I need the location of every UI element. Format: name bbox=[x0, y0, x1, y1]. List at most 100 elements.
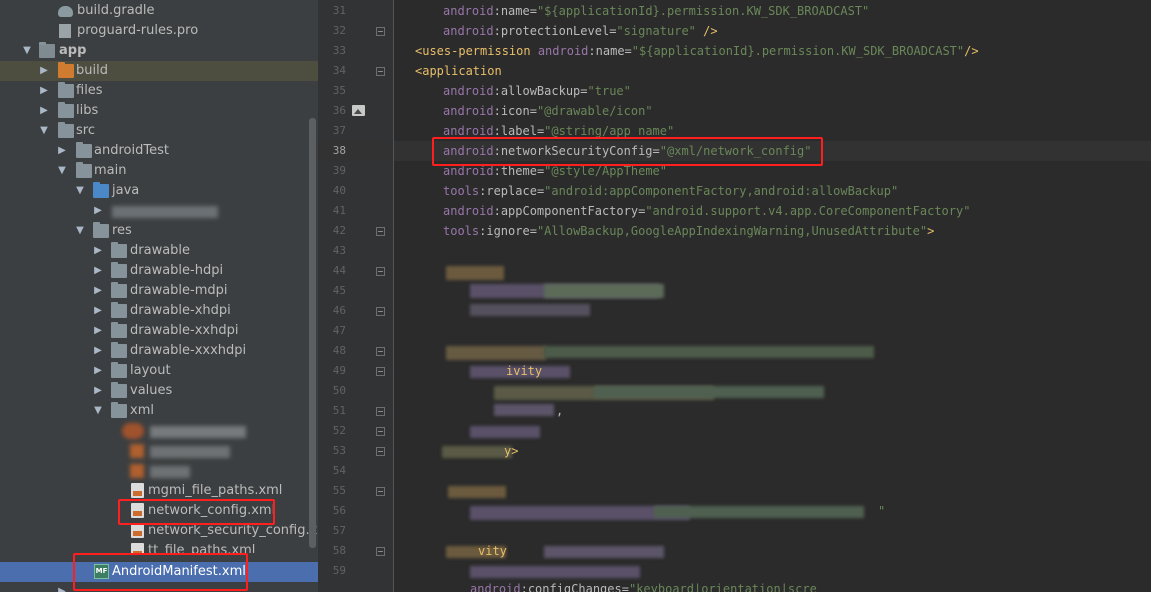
line-number: 50 bbox=[332, 384, 346, 397]
tree-item-androidtest[interactable]: ▶ androidTest bbox=[0, 141, 318, 161]
tree-item-blurred-file[interactable] bbox=[0, 461, 318, 481]
line-number: 34 bbox=[332, 64, 346, 77]
code-editor[interactable]: android:name="${applicationId}.permissio… bbox=[394, 0, 1151, 592]
chevron-down-icon[interactable]: ▼ bbox=[74, 221, 86, 241]
chevron-down-icon[interactable]: ▼ bbox=[38, 121, 50, 141]
tree-item-label: drawable-xxhdpi bbox=[130, 323, 239, 338]
tree-item-app[interactable]: ▼ app bbox=[0, 41, 318, 61]
code-fragment: y> bbox=[504, 444, 519, 458]
tree-item-drawable-hdpi[interactable]: ▶ drawable-hdpi bbox=[0, 261, 318, 281]
code-line-35: android:allowBackup="true" bbox=[443, 84, 631, 98]
tree-item-drawable-xhdpi[interactable]: ▶ drawable-xhdpi bbox=[0, 301, 318, 321]
chevron-down-icon[interactable]: ▼ bbox=[74, 181, 86, 201]
chevron-right-icon[interactable]: ▶ bbox=[38, 81, 50, 101]
chevron-right-icon[interactable]: ▶ bbox=[92, 281, 104, 301]
tree-item-java[interactable]: ▼ java bbox=[0, 181, 318, 201]
line-number: 55 bbox=[332, 484, 346, 497]
tree-item-tt-file-paths[interactable]: tt_file_paths.xml bbox=[0, 541, 318, 553]
fold-marker-icon[interactable] bbox=[376, 307, 385, 316]
chevron-down-icon[interactable]: ▼ bbox=[92, 401, 104, 421]
file-icon bbox=[59, 24, 71, 38]
tree-item-label: mgmi_file_paths.xml bbox=[148, 483, 283, 498]
fold-marker-icon[interactable] bbox=[376, 407, 385, 416]
tree-scrollbar[interactable] bbox=[309, 118, 316, 548]
tree-item-drawable-xxxhdpi[interactable]: ▶ drawable-xxxhdpi bbox=[0, 341, 318, 361]
tree-item-label: androidTest bbox=[94, 143, 169, 158]
tree-item-package[interactable]: ▶ bbox=[0, 201, 318, 221]
line-number: 57 bbox=[332, 524, 346, 537]
chevron-down-icon[interactable]: ▼ bbox=[56, 161, 68, 181]
chevron-right-icon[interactable]: ▶ bbox=[56, 582, 68, 592]
tree-item-label: app bbox=[59, 43, 87, 58]
folder-icon bbox=[111, 242, 127, 258]
blurred-label bbox=[112, 206, 218, 218]
tree-item-label: build bbox=[76, 63, 108, 78]
code-line-41: android:appComponentFactory="android.sup… bbox=[443, 204, 971, 218]
line-number: 31 bbox=[332, 4, 346, 17]
line-number: 40 bbox=[332, 184, 346, 197]
tree-item-libs[interactable]: ▶ libs bbox=[0, 101, 318, 121]
line-number: 39 bbox=[332, 164, 346, 177]
code-fragment: " bbox=[878, 504, 886, 518]
tree-item-xml[interactable]: ▼ xml bbox=[0, 401, 318, 421]
tree-item-src[interactable]: ▼ src bbox=[0, 121, 318, 141]
folder-icon bbox=[76, 162, 92, 178]
tree-item-label: src bbox=[76, 123, 95, 138]
fold-marker-icon[interactable] bbox=[376, 347, 385, 356]
tree-item-main[interactable]: ▼ main bbox=[0, 161, 318, 181]
tree-item-label: layout bbox=[130, 363, 171, 378]
tree-item-drawable-xxhdpi[interactable]: ▶ drawable-xxhdpi bbox=[0, 321, 318, 341]
chevron-right-icon[interactable]: ▶ bbox=[92, 341, 104, 361]
chevron-right-icon[interactable]: ▶ bbox=[92, 381, 104, 401]
tree-item-layout[interactable]: ▶ layout bbox=[0, 361, 318, 381]
tree-item-drawable-mdpi[interactable]: ▶ drawable-mdpi bbox=[0, 281, 318, 301]
chevron-down-icon[interactable]: ▼ bbox=[21, 41, 33, 61]
tree-item-label: drawable-xhdpi bbox=[130, 303, 231, 318]
tree-item-blurred-file[interactable] bbox=[0, 421, 318, 441]
fold-marker-icon[interactable] bbox=[376, 67, 385, 76]
chevron-right-icon[interactable]: ▶ bbox=[38, 61, 50, 81]
chevron-right-icon[interactable]: ▶ bbox=[92, 261, 104, 281]
folder-icon bbox=[111, 322, 127, 338]
code-line-40: tools:replace="android:appComponentFacto… bbox=[443, 184, 899, 198]
tree-item-values[interactable]: ▶ values bbox=[0, 381, 318, 401]
line-number: 44 bbox=[332, 264, 346, 277]
folder-icon bbox=[111, 282, 127, 298]
fold-marker-icon[interactable] bbox=[376, 227, 385, 236]
tree-item-blurred-file[interactable] bbox=[0, 441, 318, 461]
fold-marker-icon[interactable] bbox=[376, 487, 385, 496]
chevron-right-icon[interactable]: ▶ bbox=[56, 141, 68, 161]
image-preview-icon[interactable] bbox=[352, 105, 365, 116]
fold-marker-icon[interactable] bbox=[376, 267, 385, 276]
tree-item-label: xml bbox=[130, 403, 154, 418]
fold-marker-icon[interactable] bbox=[376, 447, 385, 456]
tree-item-mgmi-file-paths[interactable]: mgmi_file_paths.xml bbox=[0, 481, 318, 501]
code-line-42: tools:ignore="AllowBackup,GoogleAppIndex… bbox=[443, 224, 935, 238]
tree-item-proguard[interactable]: proguard-rules.pro bbox=[0, 21, 318, 41]
line-number: 48 bbox=[332, 344, 346, 357]
line-number: 52 bbox=[332, 424, 346, 437]
fold-marker-icon[interactable] bbox=[376, 427, 385, 436]
chevron-right-icon[interactable]: ▶ bbox=[92, 241, 104, 261]
line-number: 45 bbox=[332, 284, 346, 297]
chevron-right-icon[interactable]: ▶ bbox=[92, 301, 104, 321]
blurred-icon bbox=[130, 444, 144, 458]
tree-item-files[interactable]: ▶ files bbox=[0, 81, 318, 101]
chevron-right-icon[interactable]: ▶ bbox=[92, 201, 104, 221]
tree-item-label: values bbox=[130, 383, 173, 398]
fold-marker-icon[interactable] bbox=[376, 547, 385, 556]
fold-marker-icon[interactable] bbox=[376, 27, 385, 36]
blurred-icon bbox=[130, 464, 144, 478]
chevron-right-icon[interactable]: ▶ bbox=[92, 321, 104, 341]
chevron-right-icon[interactable]: ▶ bbox=[38, 101, 50, 121]
fold-marker-icon[interactable] bbox=[376, 367, 385, 376]
project-tree: build.gradle proguard-rules.pro ▼ app ▶ … bbox=[0, 0, 318, 592]
tree-item-res[interactable]: ▼ res bbox=[0, 221, 318, 241]
line-number: 58 bbox=[332, 544, 346, 557]
line-number: 36 bbox=[332, 104, 346, 117]
chevron-right-icon[interactable]: ▶ bbox=[92, 361, 104, 381]
code-fragment: ivity bbox=[506, 364, 543, 378]
tree-item-build-gradle[interactable]: build.gradle bbox=[0, 1, 318, 21]
tree-item-drawable[interactable]: ▶ drawable bbox=[0, 241, 318, 261]
tree-item-build[interactable]: ▶ build bbox=[0, 61, 318, 81]
